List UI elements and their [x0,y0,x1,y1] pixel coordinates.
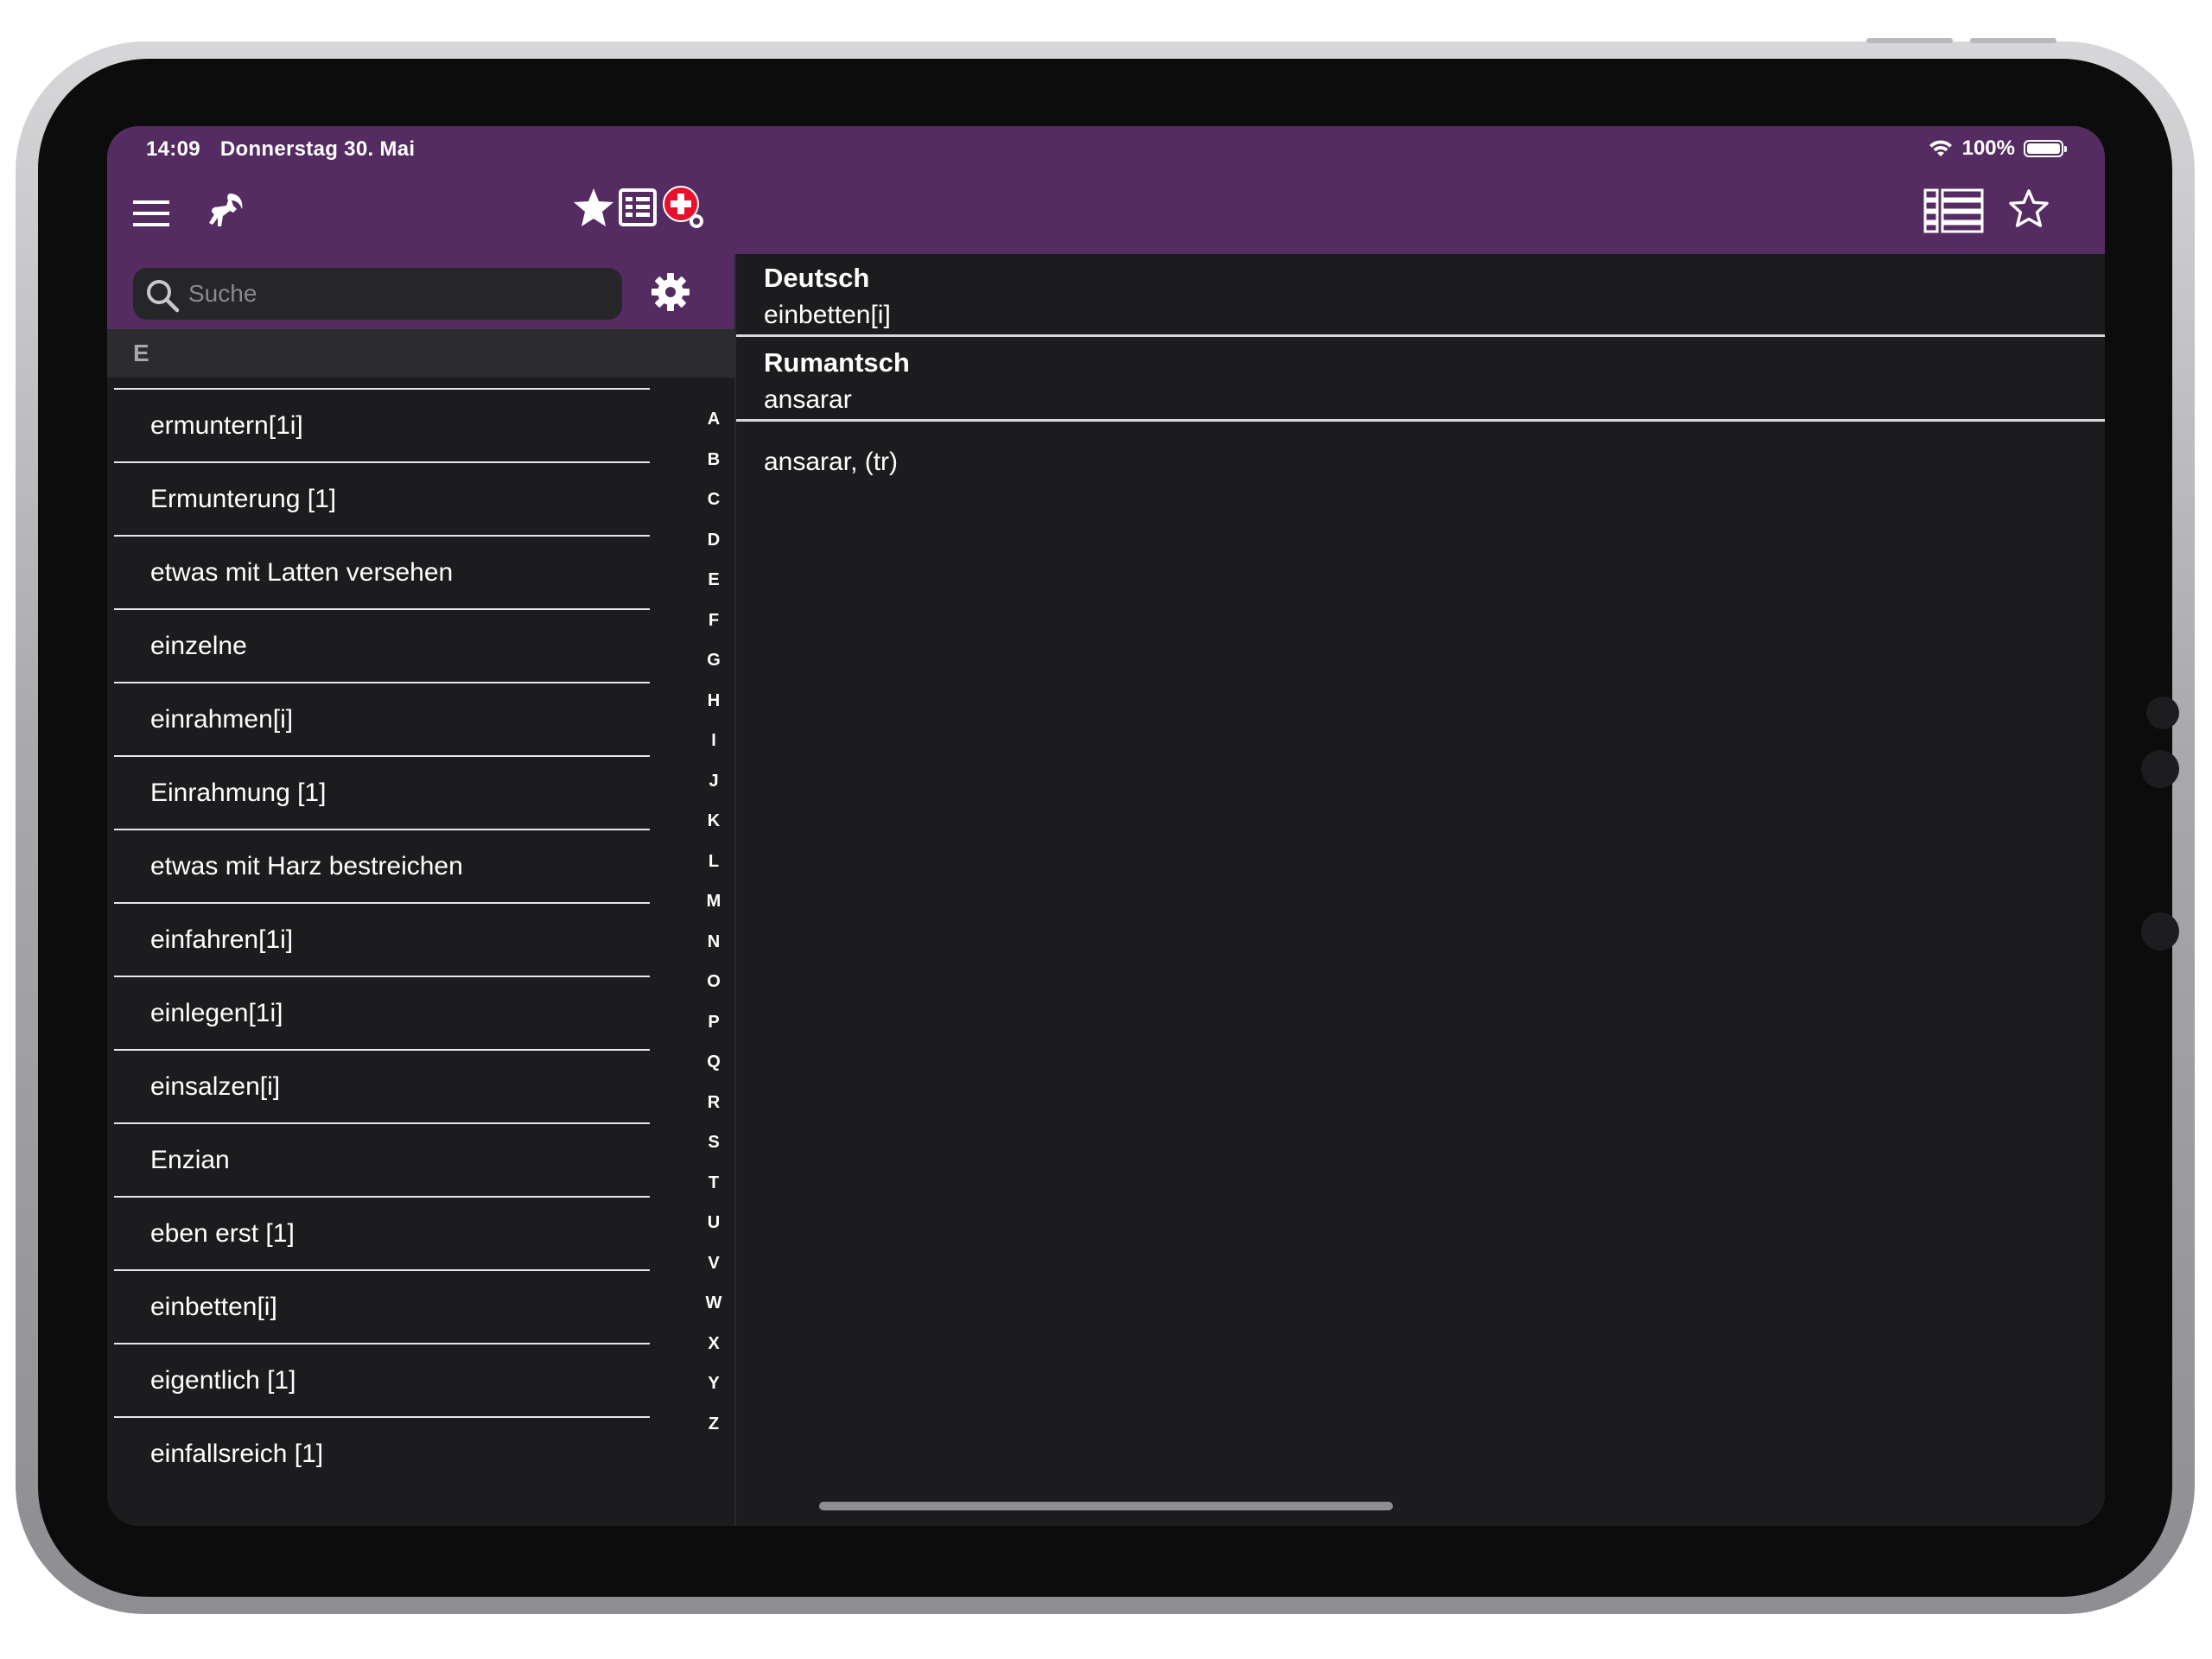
list-item[interactable]: Einrahmung [1] [114,757,650,830]
index-letter[interactable]: X [696,1324,731,1364]
star-outline-icon[interactable] [2008,188,2050,232]
source-word: einbetten[i] [764,301,891,329]
list-item[interactable]: Ermunterung [1] [114,463,650,537]
index-letter[interactable]: P [696,1002,731,1043]
index-letter[interactable]: S [696,1122,731,1163]
word-list: ermuntern[1i] Ermunterung [1] etwas mit … [114,388,650,1490]
index-letter[interactable]: K [696,801,731,842]
detail-panel: Deutsch einbetten[i] Rumantsch ansarar a… [736,254,2105,1526]
status-bar-left: 14:09 Donnerstag 30. Mai [146,137,415,162]
index-letter[interactable]: H [696,681,731,721]
index-letter[interactable]: N [696,922,731,963]
status-time: 14:09 [146,137,200,161]
index-letter[interactable]: C [696,480,731,520]
index-letter[interactable]: D [696,520,731,561]
star-filled-icon[interactable] [572,187,615,232]
list-item[interactable]: Enzian [114,1124,650,1198]
list-item[interactable]: einfahren[1i] [114,904,650,977]
index-letter[interactable]: Z [696,1404,731,1445]
index-letter[interactable]: J [696,761,731,802]
index-letter[interactable]: A [696,399,731,440]
battery-icon [2024,140,2067,157]
status-date: Donnerstag 30. Mai [219,137,416,161]
target-language-label: Rumantsch [764,347,910,378]
index-letter[interactable]: T [696,1163,731,1204]
battery-percent: 100% [1961,137,2015,160]
volume-button [1866,38,1953,43]
list-item[interactable]: ermuntern[1i] [114,388,650,463]
search-icon [147,280,180,313]
camera-dot [2146,696,2179,729]
search-box[interactable] [133,268,622,320]
list-item[interactable]: etwas mit Latten versehen [114,537,650,610]
index-letter[interactable]: Y [696,1363,731,1404]
list-item[interactable]: einlegen[1i] [114,977,650,1051]
list-item[interactable]: eben erst [1] [114,1198,650,1271]
target-entry: Rumantsch ansarar [736,347,2105,422]
ibex-logo-icon[interactable] [204,190,245,236]
target-word: ansarar [764,385,852,414]
index-letter[interactable]: Q [696,1042,731,1083]
hamburger-menu-icon[interactable] [133,199,169,232]
app-screen: 14:09 Donnerstag 30. Mai 100% Suche E er… [107,126,2105,1526]
index-letter[interactable]: B [696,440,731,480]
sensor-dot [2141,750,2179,788]
flash-dot [2141,912,2179,950]
word-list-panel: E ermuntern[1i] Ermunterung [1] etwas mi… [107,254,736,1526]
source-entry: Deutsch einbetten[i] [736,263,2105,337]
list-settings-icon[interactable] [619,188,657,231]
list-item[interactable]: einfallsreich [1] [114,1418,650,1490]
alphabet-index[interactable]: A B C D E F G H I J K L M N O P Q R S T … [696,399,731,1444]
swiss-flag-icon[interactable] [662,185,705,234]
index-letter[interactable]: R [696,1083,731,1123]
home-indicator[interactable] [819,1502,1393,1510]
search-area [107,254,734,329]
index-letter[interactable]: F [696,601,731,641]
index-letter[interactable]: G [696,640,731,681]
index-letter[interactable]: W [696,1283,731,1324]
index-letter[interactable]: I [696,721,731,761]
status-bar-right: 100% [1928,137,2067,161]
source-language-label: Deutsch [764,263,870,293]
index-letter[interactable]: O [696,962,731,1002]
list-item[interactable]: einzelne [114,610,650,683]
table-list-icon[interactable] [1923,188,1984,238]
top-button [1970,38,2056,43]
section-header-letter: E [107,329,734,378]
index-letter[interactable]: U [696,1203,731,1243]
gear-icon[interactable] [650,271,691,317]
index-letter[interactable]: V [696,1243,731,1284]
list-item[interactable]: etwas mit Harz bestreichen [114,830,650,904]
wifi-icon [1929,140,1952,156]
list-item[interactable]: einsalzen[i] [114,1051,650,1124]
top-bar: 14:09 Donnerstag 30. Mai 100% [107,126,2105,254]
list-item[interactable]: einrahmen[i] [114,683,650,757]
list-item[interactable]: eigentlich [1] [114,1344,650,1418]
list-item[interactable]: einbetten[i] [114,1271,650,1344]
index-letter[interactable]: E [696,560,731,601]
index-letter[interactable]: M [696,881,731,922]
search-input[interactable] [187,279,605,308]
definition-text: ansarar, (tr) [764,448,899,476]
index-letter[interactable]: L [696,842,731,882]
